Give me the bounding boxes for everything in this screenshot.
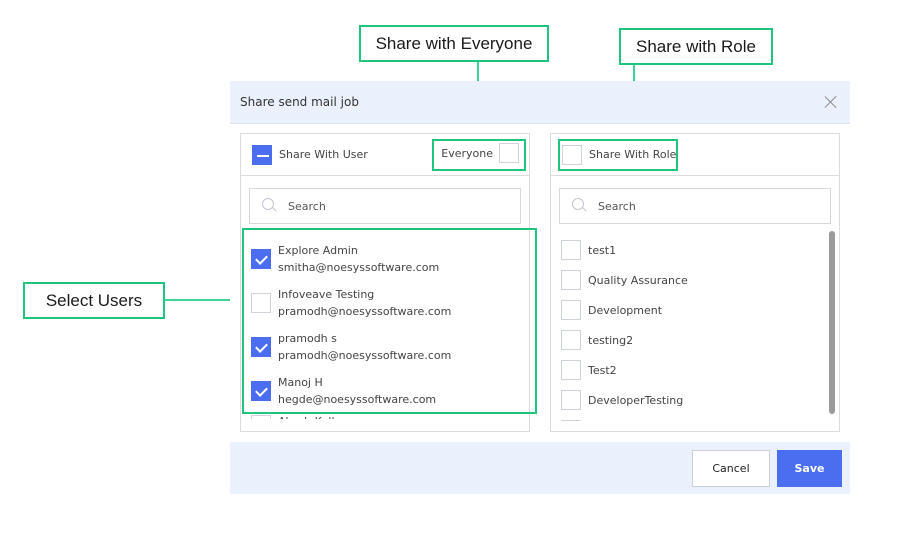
callout-select-users: Select Users	[23, 282, 165, 319]
close-icon[interactable]	[824, 95, 838, 109]
role-name: test1	[588, 243, 617, 257]
role-list-item[interactable]: testing2	[561, 325, 821, 355]
callout-connector	[165, 299, 237, 301]
user-checkbox[interactable]	[251, 249, 271, 269]
user-list-item[interactable]: Explore Admin smitha@noesyssoftware.com	[251, 237, 521, 281]
save-button[interactable]: Save	[777, 450, 842, 487]
user-checkbox[interactable]	[251, 293, 271, 313]
role-search-input[interactable]	[598, 199, 798, 213]
user-checkbox[interactable]	[251, 337, 271, 357]
search-icon	[572, 198, 588, 214]
user-panel-header: Share With User Everyone	[241, 134, 529, 176]
callout-share-with-role: Share with Role	[619, 28, 773, 65]
search-icon	[262, 198, 278, 214]
share-with-role-checkbox[interactable]	[562, 144, 582, 165]
dialog-title: Share send mail job	[240, 95, 359, 109]
user-checkbox[interactable]	[251, 381, 271, 401]
share-dialog: Share send mail job Share With User Ever…	[230, 81, 850, 494]
role-list-item[interactable]: Quality Assurance	[561, 265, 821, 295]
everyone-label: Everyone	[441, 146, 493, 160]
cancel-button[interactable]: Cancel	[692, 450, 770, 487]
everyone-checkbox[interactable]	[499, 143, 519, 163]
role-name: testing2	[588, 333, 634, 347]
role-list-item[interactable]: Development	[561, 295, 821, 325]
user-email: smitha@noesyssoftware.com	[278, 260, 440, 274]
role-panel-header: Share With Role	[551, 134, 839, 176]
role-list[interactable]: test1 Quality Assurance Development test…	[561, 235, 821, 431]
user-email: hegde@noesyssoftware.com	[278, 392, 437, 406]
dialog-header: Share send mail job	[230, 81, 850, 124]
share-with-role-panel: Share With Role test1 Quality Assurance …	[550, 133, 840, 432]
everyone-toggle[interactable]: Everyone	[441, 143, 519, 163]
share-with-user-panel: Share With User Everyone Explore Admin sm…	[240, 133, 530, 432]
user-name: Explore Admin	[278, 243, 358, 257]
user-email: pramodh@noesyssoftware.com	[278, 348, 452, 362]
user-list-item[interactable]: pramodh s pramodh@noesyssoftware.com	[251, 325, 521, 369]
role-name: Development	[588, 303, 663, 317]
role-list-scrollbar[interactable]	[829, 231, 835, 414]
role-list-item[interactable]: DeveloperTesting	[561, 385, 821, 415]
role-checkbox[interactable]	[561, 300, 581, 320]
user-search[interactable]	[249, 188, 521, 224]
share-with-role-label: Share With Role	[589, 148, 677, 161]
user-search-input[interactable]	[288, 199, 488, 213]
list-clip	[551, 421, 839, 431]
role-checkbox[interactable]	[561, 330, 581, 350]
callout-share-with-everyone: Share with Everyone	[359, 25, 549, 62]
list-clip	[241, 419, 529, 431]
user-name: Manoj H	[278, 375, 323, 389]
user-list-item[interactable]: Manoj H hegde@noesyssoftware.com	[251, 369, 521, 413]
role-search[interactable]	[559, 188, 831, 224]
user-list[interactable]: Explore Admin smitha@noesyssoftware.com I…	[251, 237, 521, 431]
role-list-item[interactable]: Test2	[561, 355, 821, 385]
dialog-footer: Cancel Save	[230, 442, 850, 494]
role-checkbox[interactable]	[561, 240, 581, 260]
share-with-user-label: Share With User	[279, 148, 368, 161]
role-name: DeveloperTesting	[588, 393, 684, 407]
role-name: Quality Assurance	[588, 273, 688, 287]
share-with-user-checkbox[interactable]	[252, 144, 272, 165]
user-name: Infoveave Testing	[278, 287, 375, 301]
role-name: Test2	[588, 363, 617, 377]
user-name: pramodh s	[278, 331, 337, 345]
role-list-item[interactable]: test1	[561, 235, 821, 265]
user-list-item[interactable]: Infoveave Testing pramodh@noesyssoftware.…	[251, 281, 521, 325]
role-checkbox[interactable]	[561, 360, 581, 380]
user-email: pramodh@noesyssoftware.com	[278, 304, 452, 318]
role-checkbox[interactable]	[561, 390, 581, 410]
role-checkbox[interactable]	[561, 270, 581, 290]
